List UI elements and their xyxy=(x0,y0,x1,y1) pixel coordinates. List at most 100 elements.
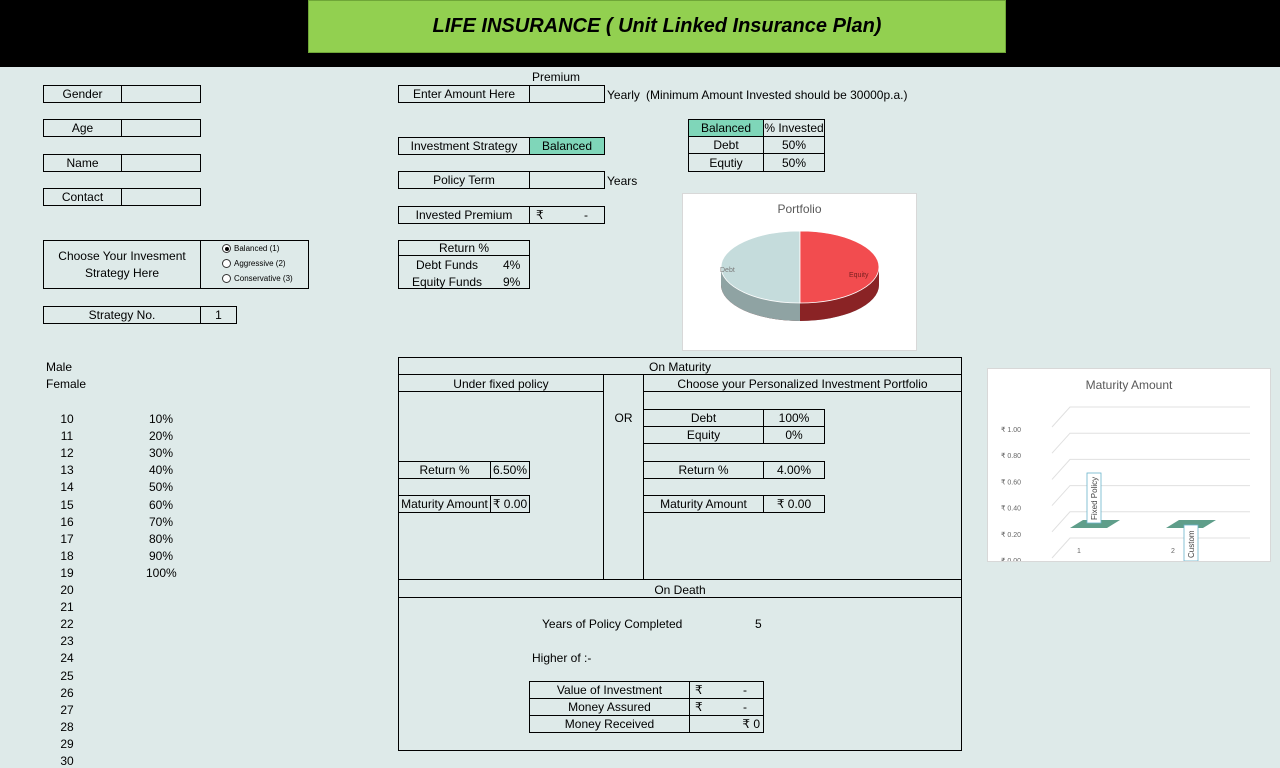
maturity-amount-chart[interactable]: Maturity Amount ₹ 1.00 ₹ 0.80 ₹ 0.60 ₹ 0.40… xyxy=(987,368,1271,562)
custom-equity-value: 0% xyxy=(763,426,825,444)
value-investment-value: ₹ - xyxy=(689,681,764,699)
returns-debt-value: 4% xyxy=(503,258,521,272)
age-option: 25 xyxy=(60,668,74,683)
gridline xyxy=(1051,485,1250,506)
percent-option: 80% xyxy=(148,531,174,546)
age-option: 16 xyxy=(60,514,74,529)
gridline xyxy=(1051,406,1250,428)
percent-option: 10% xyxy=(148,412,174,426)
age-option: 28 xyxy=(60,719,74,734)
age-option: 17 xyxy=(60,531,74,546)
death-header-divider xyxy=(398,597,962,598)
strategy-no-label: Strategy No. xyxy=(43,306,201,324)
allocation-header-name: Balanced xyxy=(688,119,764,137)
pie-label-debt: Debt xyxy=(720,267,735,274)
or-label: OR xyxy=(614,411,633,425)
x-tick-label: 2 xyxy=(1171,548,1175,555)
gender-option: Female xyxy=(46,377,87,391)
radio-aggressive[interactable]: Aggressive (2) xyxy=(222,259,286,268)
strategy-chooser-label-line1: Choose Your Invesment xyxy=(58,249,186,263)
age-input[interactable] xyxy=(121,119,201,137)
invested-premium-label: Invested Premium xyxy=(398,206,530,224)
custom-debt-input[interactable]: 100% xyxy=(763,409,825,427)
y-tick-label: ₹ 0.60 xyxy=(1001,478,1021,486)
returns-divider xyxy=(398,255,530,256)
custom-return-value: 4.00% xyxy=(763,461,825,479)
allocation-equity-label: Equtiy xyxy=(688,153,764,172)
fixed-maturity-label: Maturity Amount xyxy=(398,495,491,513)
gridline xyxy=(1051,458,1250,480)
series-name-label: Fixed Policy xyxy=(1090,477,1099,520)
age-option: 14 xyxy=(60,480,74,495)
portfolio-chart[interactable]: Portfolio Debt Equity xyxy=(682,193,917,351)
value-investment-label: Value of Investment xyxy=(529,681,690,699)
returns-debt-label: Debt Funds xyxy=(416,258,479,272)
contact-input[interactable] xyxy=(121,188,201,206)
x-tick-label: 1 xyxy=(1077,548,1081,555)
currency-symbol: ₹ xyxy=(695,700,703,714)
maturity-divider-left xyxy=(603,374,604,580)
radio-conservative-label: Conservative (3) xyxy=(234,274,293,283)
money-received-label: Money Received xyxy=(529,715,690,733)
money-assured-amount: - xyxy=(743,700,747,714)
age-option: 11 xyxy=(60,429,74,444)
amount-input[interactable] xyxy=(529,85,605,103)
age-option: 26 xyxy=(60,685,74,700)
years-completed-label: Years of Policy Completed xyxy=(542,617,683,631)
pie-label-equity: Equity xyxy=(849,272,869,279)
strategy-label: Investment Strategy xyxy=(398,137,530,155)
policy-term-label: Policy Term xyxy=(398,171,530,189)
invested-premium-amount: - xyxy=(584,208,588,222)
age-option: 29 xyxy=(60,736,74,751)
maturity-header-divider xyxy=(398,374,962,375)
page-title: LIFE INSURANCE ( Unit Linked Insurance P… xyxy=(308,0,1006,53)
contact-label: Contact xyxy=(43,188,122,206)
radio-balanced-label: Balanced (1) xyxy=(234,244,280,253)
invested-premium-value: ₹ - xyxy=(529,206,605,224)
gender-input[interactable] xyxy=(121,85,201,103)
age-option: 24 xyxy=(60,651,74,666)
custom-debt-label: Debt xyxy=(643,409,764,427)
percent-option: 60% xyxy=(148,497,174,512)
premium-heading: Premium xyxy=(532,70,581,84)
age-option: 23 xyxy=(60,634,74,649)
age-option: 27 xyxy=(60,702,74,717)
radio-conservative[interactable]: Conservative (3) xyxy=(222,274,293,283)
percent-option: 30% xyxy=(148,446,174,461)
percent-option: 20% xyxy=(148,429,174,444)
y-tick-label: ₹ 1.00 xyxy=(1001,426,1021,434)
allocation-debt-value: 50% xyxy=(763,136,825,154)
custom-header-divider xyxy=(643,391,962,392)
age-option: 21 xyxy=(60,600,74,615)
y-tick-label: ₹ 0.20 xyxy=(1001,531,1021,539)
age-option: 30 xyxy=(60,754,74,768)
currency-symbol: ₹ xyxy=(536,208,544,222)
age-option: 18 xyxy=(60,548,74,563)
fixed-header-divider xyxy=(398,391,604,392)
years-completed-value: 5 xyxy=(755,617,762,631)
name-label: Name xyxy=(43,154,122,172)
percent-option: 50% xyxy=(148,480,174,495)
custom-maturity-label: Maturity Amount xyxy=(643,495,764,513)
fixed-return-value[interactable]: 6.50% xyxy=(490,461,530,479)
percent-option: 100% xyxy=(146,565,177,580)
money-received-value: ₹ 0 xyxy=(689,715,764,733)
fixed-return-label: Return % xyxy=(398,461,491,479)
portfolio-pie-svg: Debt Equity xyxy=(720,230,880,321)
custom-return-label: Return % xyxy=(643,461,764,479)
strategy-chooser-label-box xyxy=(43,240,201,289)
higher-of-label: Higher of :- xyxy=(532,651,592,665)
age-option: 15 xyxy=(60,497,74,512)
custom-maturity-value: ₹ 0.00 xyxy=(763,495,825,513)
age-option: 20 xyxy=(60,583,74,597)
gender-option: Male xyxy=(46,360,73,374)
policy-term-input[interactable] xyxy=(529,171,605,189)
radio-balanced[interactable]: Balanced (1) xyxy=(222,244,279,253)
name-input[interactable] xyxy=(121,154,201,172)
strategy-no-value[interactable]: 1 xyxy=(200,306,237,324)
custom-portfolio-heading: Choose your Personalized Investment Port… xyxy=(677,377,928,391)
age-label: Age xyxy=(43,119,122,137)
strategy-value: Balanced xyxy=(529,137,605,155)
maturity-heading: On Maturity xyxy=(648,360,711,374)
allocation-header-pct: % Invested xyxy=(763,119,825,137)
